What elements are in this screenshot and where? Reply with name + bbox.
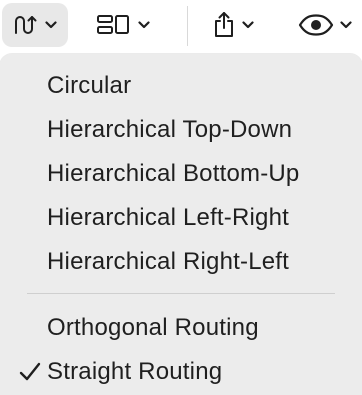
- menu-item-hierarchical-right-left[interactable]: Hierarchical Right-Left: [0, 242, 362, 282]
- menu-item-hierarchical-left-right[interactable]: Hierarchical Left-Right: [0, 198, 362, 238]
- menu-item-orthogonal-routing[interactable]: Orthogonal Routing: [0, 308, 362, 348]
- menu-item-hierarchical-top-down[interactable]: Hierarchical Top-Down: [0, 110, 362, 150]
- chevron-down-icon: [340, 21, 352, 29]
- share-menu-button[interactable]: [212, 0, 254, 50]
- arrange-menu-button[interactable]: [96, 0, 150, 50]
- layout-routing-icon: [13, 13, 39, 37]
- menu-item-label: Hierarchical Left-Right: [47, 204, 290, 231]
- menu-item-hierarchical-bottom-up[interactable]: Hierarchical Bottom-Up: [0, 154, 362, 194]
- menu-item-circular[interactable]: Circular: [0, 66, 362, 106]
- toolbar: [0, 0, 362, 50]
- chevron-down-icon: [45, 21, 57, 29]
- menu-item-label: Hierarchical Top-Down: [47, 116, 293, 143]
- chevron-down-icon: [242, 21, 254, 29]
- app-window: Circular Hierarchical Top-Down Hierarchi…: [0, 0, 362, 395]
- layout-dropdown-menu: Circular Hierarchical Top-Down Hierarchi…: [0, 54, 362, 395]
- chevron-down-icon: [138, 21, 150, 29]
- menu-item-label: Straight Routing: [47, 358, 223, 385]
- checkmark-icon: [18, 360, 42, 384]
- menu-item-label: Orthogonal Routing: [47, 314, 259, 341]
- menu-item-label: Hierarchical Right-Left: [47, 248, 290, 275]
- menu-item-straight-routing[interactable]: Straight Routing: [0, 352, 362, 392]
- arrange-icon: [96, 13, 132, 37]
- menu-item-label: Hierarchical Bottom-Up: [47, 160, 300, 187]
- toolbar-divider: [187, 6, 188, 46]
- share-icon: [212, 11, 236, 39]
- eye-icon: [298, 14, 334, 36]
- menu-item-label: Circular: [47, 72, 132, 99]
- menu-separator: [27, 293, 335, 294]
- view-menu-button[interactable]: [298, 0, 352, 50]
- layout-menu-button[interactable]: [2, 3, 68, 47]
